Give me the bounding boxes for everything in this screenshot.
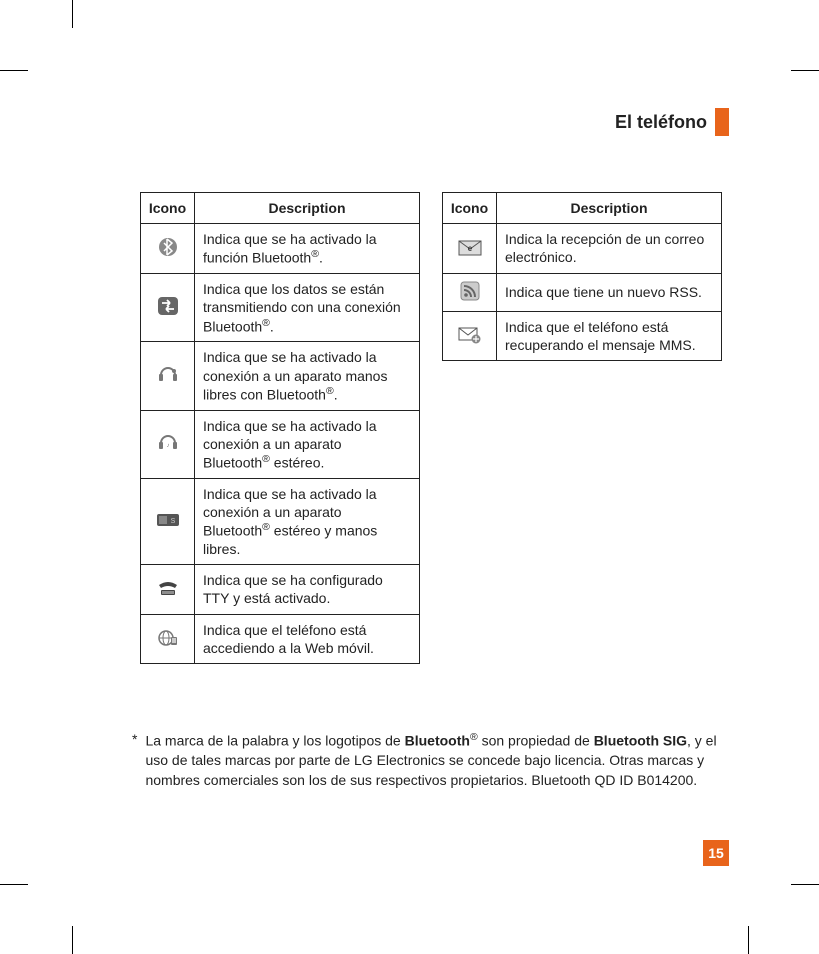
bluetooth-on-icon [154,236,182,258]
table-row: Indica que el teléfono está recuperando … [443,311,722,360]
section-header: El teléfono [615,108,729,136]
crop-mark [72,926,73,954]
icon-cell [141,565,195,614]
table-row: Indica que los datos se están transmitie… [141,274,420,342]
description-cell: Indica que el teléfono está recuperando … [497,311,722,360]
page: El teléfono Icono Description Indica que… [0,0,819,954]
header-icon: Icono [141,193,195,224]
crop-mark [791,70,819,71]
description-cell: Indica que tiene un nuevo RSS. [497,273,722,311]
table-row: Indica que se ha activado la función Blu… [141,224,420,274]
header-icon: Icono [443,193,497,224]
table-row: Indica que tiene un nuevo RSS. [443,273,722,311]
description-cell: Indica que se ha activado la conexión a … [195,478,420,564]
rss-icon [456,280,484,302]
icon-cell [443,273,497,311]
icon-cell: e [443,224,497,273]
section-tab [715,108,729,136]
svg-text:S: S [170,518,175,525]
description-cell: Indica que se ha configurado TTY y está … [195,565,420,614]
description-cell: Indica que se ha activado la función Blu… [195,224,420,274]
icon-table-left: Icono Description Indica que se ha activ… [140,192,420,664]
section-title: El teléfono [615,112,707,133]
crop-mark [748,926,749,954]
icon-cell [141,614,195,663]
icon-cell [141,274,195,342]
table-row: S Indica que se ha activado la conexión … [141,478,420,564]
mobile-web-icon [154,627,182,649]
bluetooth-stereo-hf-icon: S [154,509,182,531]
tty-icon [154,578,182,600]
description-cell: Indica que los datos se están transmitie… [195,274,420,342]
icon-cell: S [141,478,195,564]
mms-retrieve-icon [456,324,484,346]
description-cell: Indica que el teléfono está accediendo a… [195,614,420,663]
crop-mark [0,884,28,885]
crop-mark [72,0,73,28]
table-row: e Indica la recepción de un correo elect… [443,224,722,273]
header-description: Description [195,193,420,224]
icon-cell [141,224,195,274]
crop-mark [0,70,28,71]
table-header-row: Icono Description [141,193,420,224]
icon-cell: ♪ [141,410,195,478]
bluetooth-stereo-icon: ♪ [154,432,182,454]
svg-text:e: e [467,244,472,253]
footnote: * La marca de la palabra y los logotipos… [132,730,729,790]
icon-cell [141,342,195,410]
icon-cell [443,311,497,360]
description-cell: Indica que se ha activado la conexión a … [195,410,420,478]
table-row: ♪ Indica que se ha activado la conexión … [141,410,420,478]
footnote-asterisk: * [132,730,137,790]
table-header-row: Icono Description [443,193,722,224]
table-row: Indica que el teléfono está accediendo a… [141,614,420,663]
table-row: Indica que se ha activado la conexión a … [141,342,420,410]
crop-mark [791,884,819,885]
table-row: Indica que se ha configurado TTY y está … [141,565,420,614]
bluetooth-handsfree-icon [154,364,182,386]
bluetooth-transfer-icon [154,295,182,317]
description-cell: Indica la recepción de un correo electró… [497,224,722,273]
page-number: 15 [703,840,729,866]
tables-container: Icono Description Indica que se ha activ… [140,192,729,664]
header-description: Description [497,193,722,224]
footnote-text: La marca de la palabra y los logotipos d… [145,730,729,790]
svg-text:♪: ♪ [166,443,169,449]
icon-table-right: Icono Description e Indica la recepción … [442,192,722,361]
description-cell: Indica que se ha activado la conexión a … [195,342,420,410]
email-icon: e [456,237,484,259]
